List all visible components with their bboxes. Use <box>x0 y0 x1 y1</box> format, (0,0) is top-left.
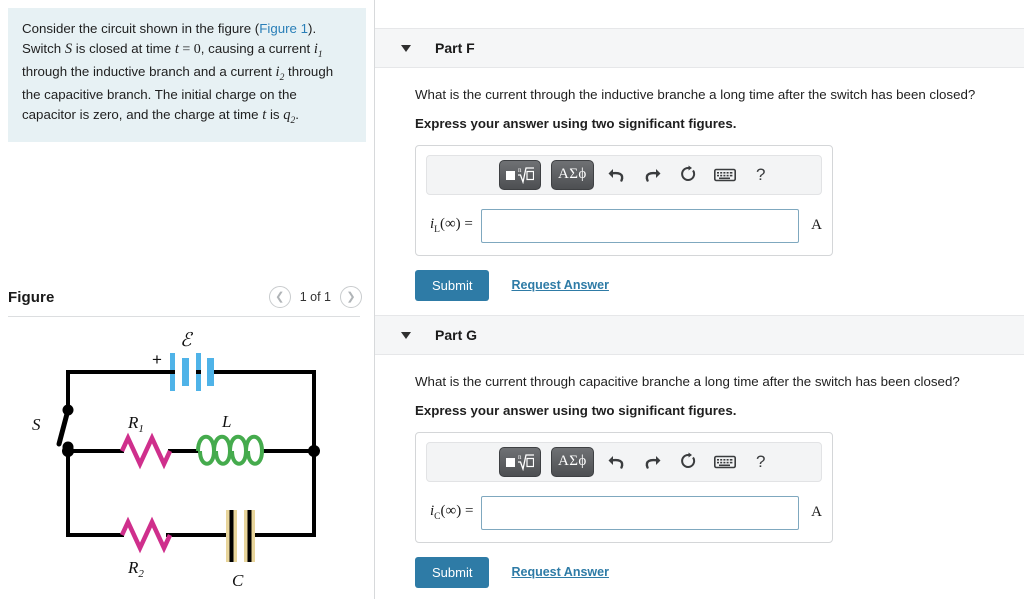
part-f-answer-row: iL(∞) = A <box>426 208 822 243</box>
chevron-right-icon: ❯ <box>346 290 356 303</box>
part-f-question: What is the current through the inductiv… <box>415 87 976 102</box>
capacitor-symbol <box>226 510 255 562</box>
reset-icon <box>681 452 696 469</box>
part-f-answer-input[interactable] <box>480 208 800 243</box>
help-button[interactable]: ? <box>748 162 774 188</box>
figure-next-button[interactable]: ❯ <box>340 286 362 308</box>
switch-label: S <box>32 415 41 434</box>
problem-statement-card: Consider the circuit shown in the figure… <box>8 8 366 142</box>
capacitor-label: C <box>232 571 244 590</box>
reset-icon <box>681 165 696 182</box>
math-variable: q2 <box>283 106 296 126</box>
right-pane: Part F What is the current through the i… <box>375 0 1024 599</box>
undo-icon <box>608 169 624 183</box>
redo-button[interactable] <box>640 162 666 188</box>
keyboard-icon <box>713 455 736 469</box>
part-g-answer-label: iC(∞) = <box>430 503 474 523</box>
inductor-label: L <box>221 412 231 431</box>
resistor-r2-label: R2 <box>127 558 144 580</box>
part-g-request-answer-link[interactable]: Request Answer <box>511 565 608 579</box>
redo-icon <box>645 169 661 183</box>
greek-symbols-icon: ΑΣϕ <box>558 166 587 183</box>
math-template-button[interactable]: n <box>499 159 541 190</box>
reset-button[interactable] <box>676 162 702 188</box>
part-section-f: Part F What is the current through the i… <box>375 28 1024 301</box>
caret-down-icon[interactable] <box>401 331 411 339</box>
undo-icon <box>608 456 624 470</box>
math-variable: i2 <box>275 64 285 84</box>
part-f-header[interactable]: Part F <box>375 28 1024 68</box>
math-variable: t <box>262 106 267 123</box>
part-f-request-answer-link[interactable]: Request Answer <box>511 278 608 292</box>
part-f-answer-unit: A <box>811 217 822 234</box>
svg-text:n: n <box>518 453 522 461</box>
part-section-g: Part G What is the current through capac… <box>375 315 1024 588</box>
chevron-left-icon: ❮ <box>275 290 285 303</box>
inductor-symbol <box>196 434 265 466</box>
part-g-answer-box: n ΑΣϕ ? iC(∞) = A <box>415 431 833 543</box>
page-root: Consider the circuit shown in the figure… <box>0 0 1024 599</box>
part-f-submit-button[interactable]: Submit <box>415 269 490 301</box>
help-icon: ? <box>755 164 766 184</box>
part-f-submit-row: Submit Request Answer <box>415 269 1024 301</box>
problem-statement-text: Consider the circuit shown in the figure… <box>22 21 334 126</box>
keyboard-icon <box>713 168 736 182</box>
part-g-submit-row: Submit Request Answer <box>415 556 1024 588</box>
greek-symbols-icon: ΑΣϕ <box>558 453 587 470</box>
part-g-body: What is the current through capacitive b… <box>375 355 1024 588</box>
part-f-title: Part F <box>435 40 475 56</box>
part-f-instruction: Express your answer using two significan… <box>415 115 737 131</box>
battery-symbol <box>170 353 214 391</box>
math-variable: S <box>64 40 73 57</box>
part-f-answer-label: iL(∞) = <box>430 216 473 236</box>
figure-title: Figure <box>8 288 55 306</box>
keyboard-button[interactable] <box>712 162 738 188</box>
undo-button[interactable] <box>604 449 630 475</box>
help-button[interactable]: ? <box>748 449 774 475</box>
part-g-title: Part G <box>435 327 478 343</box>
part-f-math-toolbar: n ΑΣϕ ? <box>426 154 822 195</box>
caret-down-icon[interactable] <box>401 44 411 52</box>
part-f-body: What is the current through the inductiv… <box>375 68 1024 301</box>
math-value: = 0 <box>178 41 201 57</box>
math-template-icon: n <box>506 166 534 184</box>
left-pane: Consider the circuit shown in the figure… <box>0 0 375 599</box>
circuit-figure: S + ℰ R1 L R2 C <box>0 320 374 599</box>
resistor-r1-symbol <box>119 432 173 470</box>
keyboard-button[interactable] <box>712 449 738 475</box>
part-g-question: What is the current through capacitive b… <box>415 374 960 389</box>
circuit-diagram-svg: S + ℰ R1 L R2 C <box>32 330 320 590</box>
part-g-instruction: Express your answer using two significan… <box>415 402 737 418</box>
figure-divider <box>8 316 360 317</box>
figure-page-label: 1 of 1 <box>299 290 331 304</box>
figure-prev-button[interactable]: ❮ <box>268 286 291 308</box>
redo-icon <box>645 456 661 470</box>
part-g-submit-button[interactable]: Submit <box>415 556 490 588</box>
svg-text:n: n <box>518 166 522 174</box>
resistor-r2-symbol <box>119 516 173 554</box>
help-icon: ? <box>755 451 766 471</box>
circuit-wires <box>66 370 316 537</box>
reset-button[interactable] <box>676 449 702 475</box>
greek-symbols-button[interactable]: ΑΣϕ <box>551 446 594 477</box>
part-g-header[interactable]: Part G <box>375 315 1024 355</box>
figure-header: Figure ❮ 1 of 1 ❯ <box>0 278 374 316</box>
math-template-button[interactable]: n <box>499 446 541 477</box>
figure-pager: ❮ 1 of 1 ❯ <box>268 286 362 308</box>
redo-button[interactable] <box>640 449 666 475</box>
part-g-answer-row: iC(∞) = A <box>426 495 822 530</box>
battery-plus-label: + <box>152 350 162 369</box>
part-g-answer-input[interactable] <box>481 495 800 530</box>
emf-label: ℰ <box>180 330 194 351</box>
math-template-icon: n <box>506 453 534 471</box>
greek-symbols-button[interactable]: ΑΣϕ <box>551 159 594 190</box>
figure-1-link[interactable]: Figure 1 <box>259 21 308 36</box>
part-g-math-toolbar: n ΑΣϕ ? <box>426 441 822 482</box>
part-g-answer-unit: A <box>811 504 822 521</box>
resistor-r1-label: R1 <box>127 413 144 435</box>
part-f-answer-box: n ΑΣϕ ? iL(∞) = A <box>415 144 833 256</box>
undo-button[interactable] <box>604 162 630 188</box>
math-variable: i1 <box>313 40 323 60</box>
